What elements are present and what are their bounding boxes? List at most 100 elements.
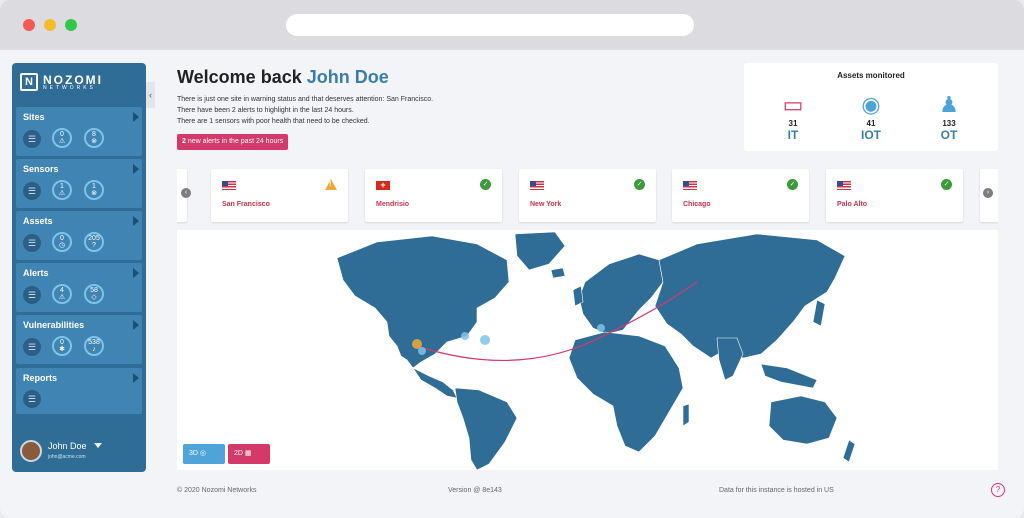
expand-arrow-icon[interactable] — [133, 320, 139, 330]
sensors-warning-stat[interactable]: 1 ⚠ — [52, 180, 72, 200]
maximize-window-button[interactable] — [65, 19, 77, 31]
sidebar-section-reports[interactable]: Reports ☰ — [16, 368, 142, 414]
carousel-next-button[interactable]: › — [983, 188, 993, 198]
expand-arrow-icon[interactable] — [133, 112, 139, 122]
site-marker-palo-alto — [418, 347, 426, 355]
site-name: Palo Alto — [837, 201, 868, 208]
globe-icon: ◎ — [199, 450, 207, 457]
close-window-button[interactable] — [23, 19, 35, 31]
brand-name: NOZOMI — [43, 72, 103, 87]
view-3d-button[interactable]: 3D ◎ — [183, 444, 225, 464]
swiss-flag-icon: + — [376, 181, 390, 190]
user-menu[interactable]: John Doe john@acme.com — [20, 440, 140, 468]
list-icon[interactable]: ☰ — [23, 338, 41, 356]
madagascar-shape — [682, 403, 690, 427]
user-name: John Doe — [48, 441, 87, 451]
expand-arrow-icon[interactable] — [133, 216, 139, 226]
address-bar[interactable] — [286, 14, 694, 36]
sites-error-stat[interactable]: 8 ⊗ — [84, 128, 104, 148]
x-circle-icon: ⊗ — [91, 190, 97, 197]
list-icon[interactable]: ☰ — [23, 234, 41, 252]
sites-warning-stat[interactable]: 0 ⚠ — [52, 128, 72, 148]
vulnerabilities-bug-stat[interactable]: 0 ✱ — [52, 336, 72, 356]
asset-it[interactable]: ▭ 31 IT — [768, 91, 818, 142]
japan-shape — [812, 299, 826, 327]
south-america-shape — [454, 387, 518, 470]
sidebar-section-alerts[interactable]: Alerts ☰ 4 ⚠ 58 ◇ — [16, 263, 142, 312]
site-carousel: ‹ ! San Francisco + ✓ Mendrisio ✓ New Yo… — [177, 168, 998, 224]
site-marker-chicago — [461, 332, 469, 340]
site-card[interactable]: ✓ Chicago — [672, 169, 809, 222]
us-flag-icon — [837, 181, 851, 190]
brand-logo[interactable]: N NOZOMI NETWORKS — [12, 63, 146, 101]
site-card[interactable]: ✓ New York — [519, 169, 656, 222]
webcam-icon: ◉ — [861, 92, 881, 117]
sidebar-section-vulnerabilities[interactable]: Vulnerabilities ☰ 0 ✱ 538 ♪ — [16, 315, 142, 364]
site-name: New York — [530, 201, 562, 208]
central-america-shape — [412, 367, 458, 399]
browser-window: N NOZOMI NETWORKS Sites ☰ 0 ⚠ 8 ⊗ Sensors … — [0, 0, 1024, 518]
expand-arrow-icon[interactable] — [133, 164, 139, 174]
world-map[interactable] — [177, 230, 998, 470]
warning-icon: ⚠ — [58, 138, 66, 145]
monitor-icon: ▭ — [782, 92, 804, 117]
check-icon: ✓ — [787, 179, 798, 190]
carousel-prev-button[interactable]: ‹ — [181, 188, 191, 198]
x-circle-icon: ⊗ — [91, 138, 97, 145]
site-card[interactable]: + ✓ Mendrisio — [365, 169, 502, 222]
footer-version: Version @ 8e143 — [448, 487, 502, 494]
list-icon[interactable]: ☰ — [23, 182, 41, 200]
footer-hosting: Data for this instance is hosted in US — [719, 487, 834, 494]
iceland-shape — [550, 267, 566, 279]
expand-arrow-icon[interactable] — [133, 268, 139, 278]
africa-shape — [568, 331, 684, 453]
assets-recent-stat[interactable]: 0 ◷ — [52, 232, 72, 252]
alerts-warning-stat[interactable]: 4 ⚠ — [52, 284, 72, 304]
browser-titlebar — [0, 0, 1024, 50]
welcome-user-name: John Doe — [306, 67, 389, 87]
site-name: Mendrisio — [376, 201, 410, 208]
sidebar-section-sites[interactable]: Sites ☰ 0 ⚠ 8 ⊗ — [16, 107, 142, 156]
sidebar-section-title: Sensors — [23, 164, 59, 174]
warning-icon: ⚠ — [58, 190, 66, 197]
expand-arrow-icon[interactable] — [133, 373, 139, 383]
new-alerts-button[interactable]: 2 new alerts in the past 24 hours — [177, 134, 289, 150]
site-card[interactable]: ✓ Palo Alto — [826, 169, 963, 222]
assets-title: Assets monitored — [837, 71, 905, 80]
alerts-critical-stat[interactable]: 58 ◇ — [84, 284, 104, 304]
site-name: Chicago — [683, 201, 711, 208]
summary-message: There are 1 sensors with poor health tha… — [177, 118, 370, 125]
list-icon[interactable]: ☰ — [23, 130, 41, 148]
asset-ot[interactable]: ♟ 133 OT — [924, 91, 974, 142]
help-icon[interactable]: ? — [991, 483, 1005, 497]
sidebar-section-assets[interactable]: Assets ☰ 0 ◷ 205? — [16, 211, 142, 260]
vulnerabilities-bell-stat[interactable]: 538 ♪ — [84, 336, 104, 356]
footer-copyright: © 2020 Nozomi Networks — [177, 487, 257, 494]
new-zealand-shape — [842, 439, 856, 463]
sidebar-section-title: Vulnerabilities — [23, 320, 85, 330]
bell-icon: ♪ — [92, 346, 96, 353]
avatar[interactable] — [20, 440, 42, 462]
collapse-sidebar-button[interactable]: ‹ — [146, 82, 155, 108]
bug-icon: ✱ — [59, 346, 65, 353]
list-icon[interactable]: ☰ — [23, 286, 41, 304]
chevron-down-icon[interactable] — [94, 443, 102, 448]
diamond-warning-icon: ◇ — [91, 294, 97, 301]
clock-icon: ◷ — [58, 242, 66, 249]
uk-shape — [572, 285, 584, 307]
site-card[interactable]: ! San Francisco — [211, 169, 348, 222]
assets-unknown-stat[interactable]: 205? — [84, 232, 104, 252]
view-2d-button[interactable]: 2D ▦ — [228, 444, 270, 464]
minimize-window-button[interactable] — [44, 19, 56, 31]
robot-arm-icon: ♟ — [939, 92, 959, 117]
india-shape — [716, 337, 744, 381]
us-flag-icon — [683, 181, 697, 190]
sensors-error-stat[interactable]: 1 ⊗ — [84, 180, 104, 200]
sidebar-section-title: Alerts — [23, 268, 49, 278]
question-icon: ? — [92, 242, 96, 249]
site-marker-new-york — [480, 335, 490, 345]
list-icon[interactable]: ☰ — [23, 390, 41, 408]
asset-iot[interactable]: ◉ 41 IOT — [846, 91, 896, 142]
sidebar-section-sensors[interactable]: Sensors ☰ 1 ⚠ 1 ⊗ — [16, 159, 142, 208]
map-icon: ▦ — [244, 450, 252, 457]
